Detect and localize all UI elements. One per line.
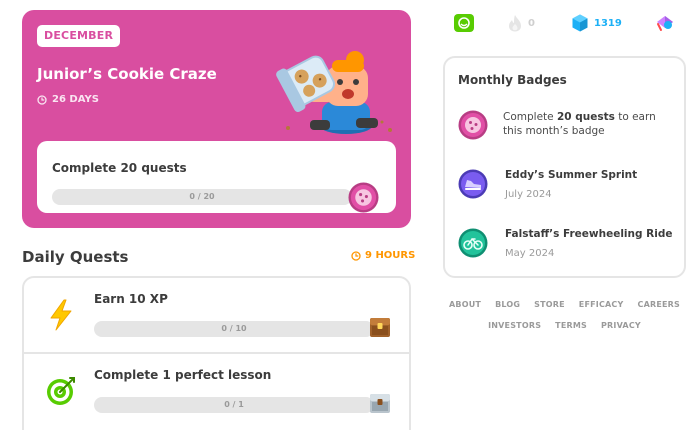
- challenge-progress-bar: 0 / 20: [52, 189, 352, 205]
- monthly-badges-title: Monthly Badges: [458, 73, 567, 87]
- clock-icon: [351, 250, 361, 261]
- super-boost-icon: [657, 16, 673, 31]
- daily-quests-timer: 9 HOURS: [351, 250, 415, 261]
- target-icon: [47, 377, 75, 405]
- footer-link-privacy[interactable]: PRIVACY: [601, 321, 641, 330]
- desc-bold: 20 quests: [556, 111, 615, 123]
- streak-count: 0: [528, 17, 535, 29]
- streak-stat[interactable]: 0: [508, 14, 535, 32]
- quest-progress-text: 0 / 10: [221, 324, 247, 333]
- footer-link-investors[interactable]: INVESTORS: [488, 321, 541, 330]
- month-badge: DECEMBER: [37, 25, 121, 47]
- quest-row[interactable]: Complete 1 perfect lesson 0 / 1: [24, 352, 409, 426]
- badge-name: Falstaff’s Freewheeling Ride: [505, 228, 673, 240]
- footer-row: INVESTORS TERMS PRIVACY: [443, 321, 686, 330]
- quest-label: Earn 10 XP: [94, 292, 168, 306]
- cookie-badge-icon: [458, 110, 488, 140]
- challenge-days-remaining: 26 DAYS: [37, 94, 99, 105]
- past-badge-item[interactable]: Eddy’s Summer Sprint July 2024: [458, 169, 678, 203]
- clock-icon: [37, 94, 47, 105]
- gem-icon: [572, 14, 588, 32]
- footer-link-careers[interactable]: CAREERS: [638, 300, 680, 309]
- monthly-badges-card: Monthly Badges Complete 20 quests to ear…: [443, 56, 686, 278]
- footer-link-efficacy[interactable]: EFFICACY: [579, 300, 624, 309]
- course-flag-icon: [454, 14, 474, 32]
- footer-row: ABOUT BLOG STORE EFFICACY CAREERS: [443, 300, 686, 309]
- treasure-chest-icon: [370, 318, 390, 337]
- language-stat[interactable]: [454, 14, 474, 32]
- footer-link-store[interactable]: STORE: [534, 300, 565, 309]
- past-badge-item[interactable]: Falstaff’s Freewheeling Ride May 2024: [458, 228, 678, 262]
- quest-progress-bar: 0 / 10: [94, 321, 374, 337]
- days-label: 26 DAYS: [52, 94, 99, 105]
- daily-quests-title: Daily Quests: [22, 248, 129, 266]
- challenge-progress-text: 0 / 20: [189, 192, 215, 201]
- boost-stat[interactable]: [655, 14, 675, 32]
- flame-icon: [509, 15, 521, 32]
- silver-chest-icon: [370, 394, 390, 413]
- current-badge-item[interactable]: Complete 20 quests to earn this month’s …: [458, 110, 678, 140]
- quest-progress-bar: 0 / 1: [94, 397, 374, 413]
- badge-date: July 2024: [505, 189, 552, 200]
- challenge-title: Junior’s Cookie Craze: [37, 65, 217, 83]
- daily-quests-card: Earn 10 XP 0 / 10 Complete 1 perfect les…: [22, 276, 411, 430]
- stats-bar: 0 1319: [445, 14, 685, 36]
- quest-row[interactable]: Earn 10 XP 0 / 10: [24, 278, 409, 352]
- lightning-icon: [50, 299, 72, 331]
- quest-label: Complete 1 perfect lesson: [94, 368, 272, 382]
- footer-links: ABOUT BLOG STORE EFFICACY CAREERS INVEST…: [443, 300, 686, 342]
- junior-cookie-illustration: [276, 51, 392, 134]
- gems-stat[interactable]: 1319: [572, 14, 622, 32]
- challenge-progress-box: Complete 20 quests 0 / 20: [37, 141, 396, 213]
- monthly-challenge-card: DECEMBER Junior’s Cookie Craze 26 DAYS C…: [22, 10, 411, 228]
- desc-pre: Complete: [503, 111, 557, 123]
- shoe-badge-icon: [458, 169, 488, 199]
- gem-count: 1319: [594, 17, 622, 29]
- challenge-goal: Complete 20 quests: [52, 161, 187, 175]
- footer-link-terms[interactable]: TERMS: [555, 321, 587, 330]
- cookie-badge-icon: [348, 182, 379, 213]
- badge-date: May 2024: [505, 248, 555, 259]
- quest-progress-text: 0 / 1: [224, 400, 244, 409]
- badge-name: Eddy’s Summer Sprint: [505, 169, 638, 181]
- current-badge-description: Complete 20 quests to earn this month’s …: [503, 110, 678, 138]
- timer-label: 9 HOURS: [365, 250, 416, 261]
- footer-link-blog[interactable]: BLOG: [495, 300, 520, 309]
- footer-link-about[interactable]: ABOUT: [449, 300, 481, 309]
- bicycle-badge-icon: [458, 228, 488, 258]
